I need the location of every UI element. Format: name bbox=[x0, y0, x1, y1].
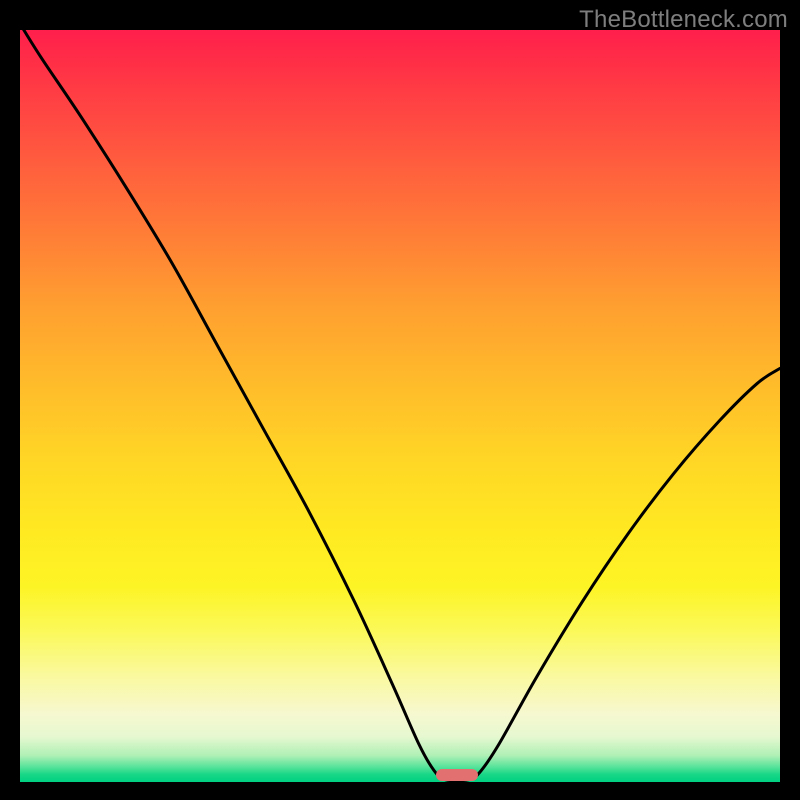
curve-svg bbox=[20, 30, 780, 782]
chart-frame: TheBottleneck.com bbox=[0, 0, 800, 800]
bottleneck-curve bbox=[24, 30, 780, 781]
optimal-marker bbox=[436, 769, 477, 781]
plot-area bbox=[20, 30, 780, 782]
watermark-text: TheBottleneck.com bbox=[579, 6, 788, 34]
